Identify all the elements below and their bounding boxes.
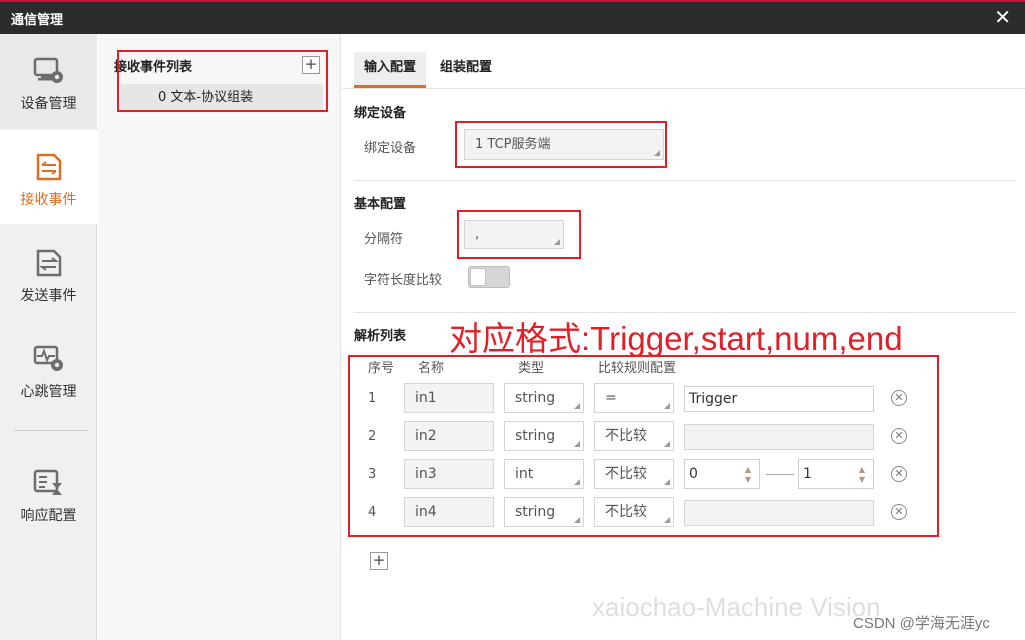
nav-separator xyxy=(14,430,88,431)
nav-item-receive-event[interactable]: 接收事件 xyxy=(0,130,97,224)
section-parse-list: 解析列表 xyxy=(354,329,407,344)
highlight-box-separator xyxy=(457,210,581,259)
title-accent xyxy=(0,0,1025,2)
heartbeat-icon xyxy=(33,345,63,371)
separator-label: 分隔符 xyxy=(364,232,404,247)
tab-input-config[interactable]: 输入配置 xyxy=(354,52,427,88)
length-compare-toggle[interactable] xyxy=(468,266,510,288)
response-config-icon xyxy=(33,469,62,495)
nav-item-label: 接收事件 xyxy=(20,192,77,208)
section-bind-device: 绑定设备 xyxy=(354,106,407,121)
nav-item-heartbeat[interactable]: 心跳管理 xyxy=(0,322,97,416)
receive-event-icon xyxy=(36,153,62,181)
tab-assemble-config[interactable]: 组装配置 xyxy=(430,52,502,88)
nav-item-send-event[interactable]: 发送事件 xyxy=(0,226,97,320)
title-bar: 通信管理 ✕ xyxy=(0,0,1025,34)
nav-item-label: 发送事件 xyxy=(20,288,77,304)
add-row-button[interactable]: + xyxy=(370,552,388,570)
event-list-panel: 接收事件列表 + 0 文本-协议组装 xyxy=(98,34,341,640)
close-icon[interactable]: ✕ xyxy=(994,5,1011,29)
highlight-box-parse-list xyxy=(348,355,939,537)
highlight-box-event-list xyxy=(117,50,328,112)
nav-item-label: 心跳管理 xyxy=(20,384,77,400)
format-annotation: 对应格式:Trigger,start,num,end xyxy=(449,320,903,357)
divider xyxy=(354,180,1016,181)
tab-underline xyxy=(342,88,1025,89)
device-manage-icon xyxy=(33,57,63,83)
toggle-knob xyxy=(470,268,486,286)
bind-device-label: 绑定设备 xyxy=(364,141,417,156)
nav-item-device-manage[interactable]: 设备管理 xyxy=(0,34,97,128)
left-nav: 设备管理 接收事件 发送事件 心跳管理 响应配置 xyxy=(0,34,97,640)
credit-text: CSDN @学海无涯yc xyxy=(853,615,990,632)
main-panel: 输入配置 组装配置 绑定设备 绑定设备 1 TCP服务端 基本配置 分隔符 , … xyxy=(342,34,1025,640)
section-basic-config: 基本配置 xyxy=(354,197,407,212)
nav-item-label: 设备管理 xyxy=(20,96,77,112)
length-compare-label: 字符长度比较 xyxy=(364,273,443,288)
window-title: 通信管理 xyxy=(11,13,64,28)
watermark-text: xaiochao-Machine Vision xyxy=(592,592,881,622)
nav-item-response-config[interactable]: 响应配置 xyxy=(0,446,97,540)
send-event-icon xyxy=(36,249,62,277)
nav-item-label: 响应配置 xyxy=(20,508,77,524)
highlight-box-bind-device xyxy=(455,121,667,168)
